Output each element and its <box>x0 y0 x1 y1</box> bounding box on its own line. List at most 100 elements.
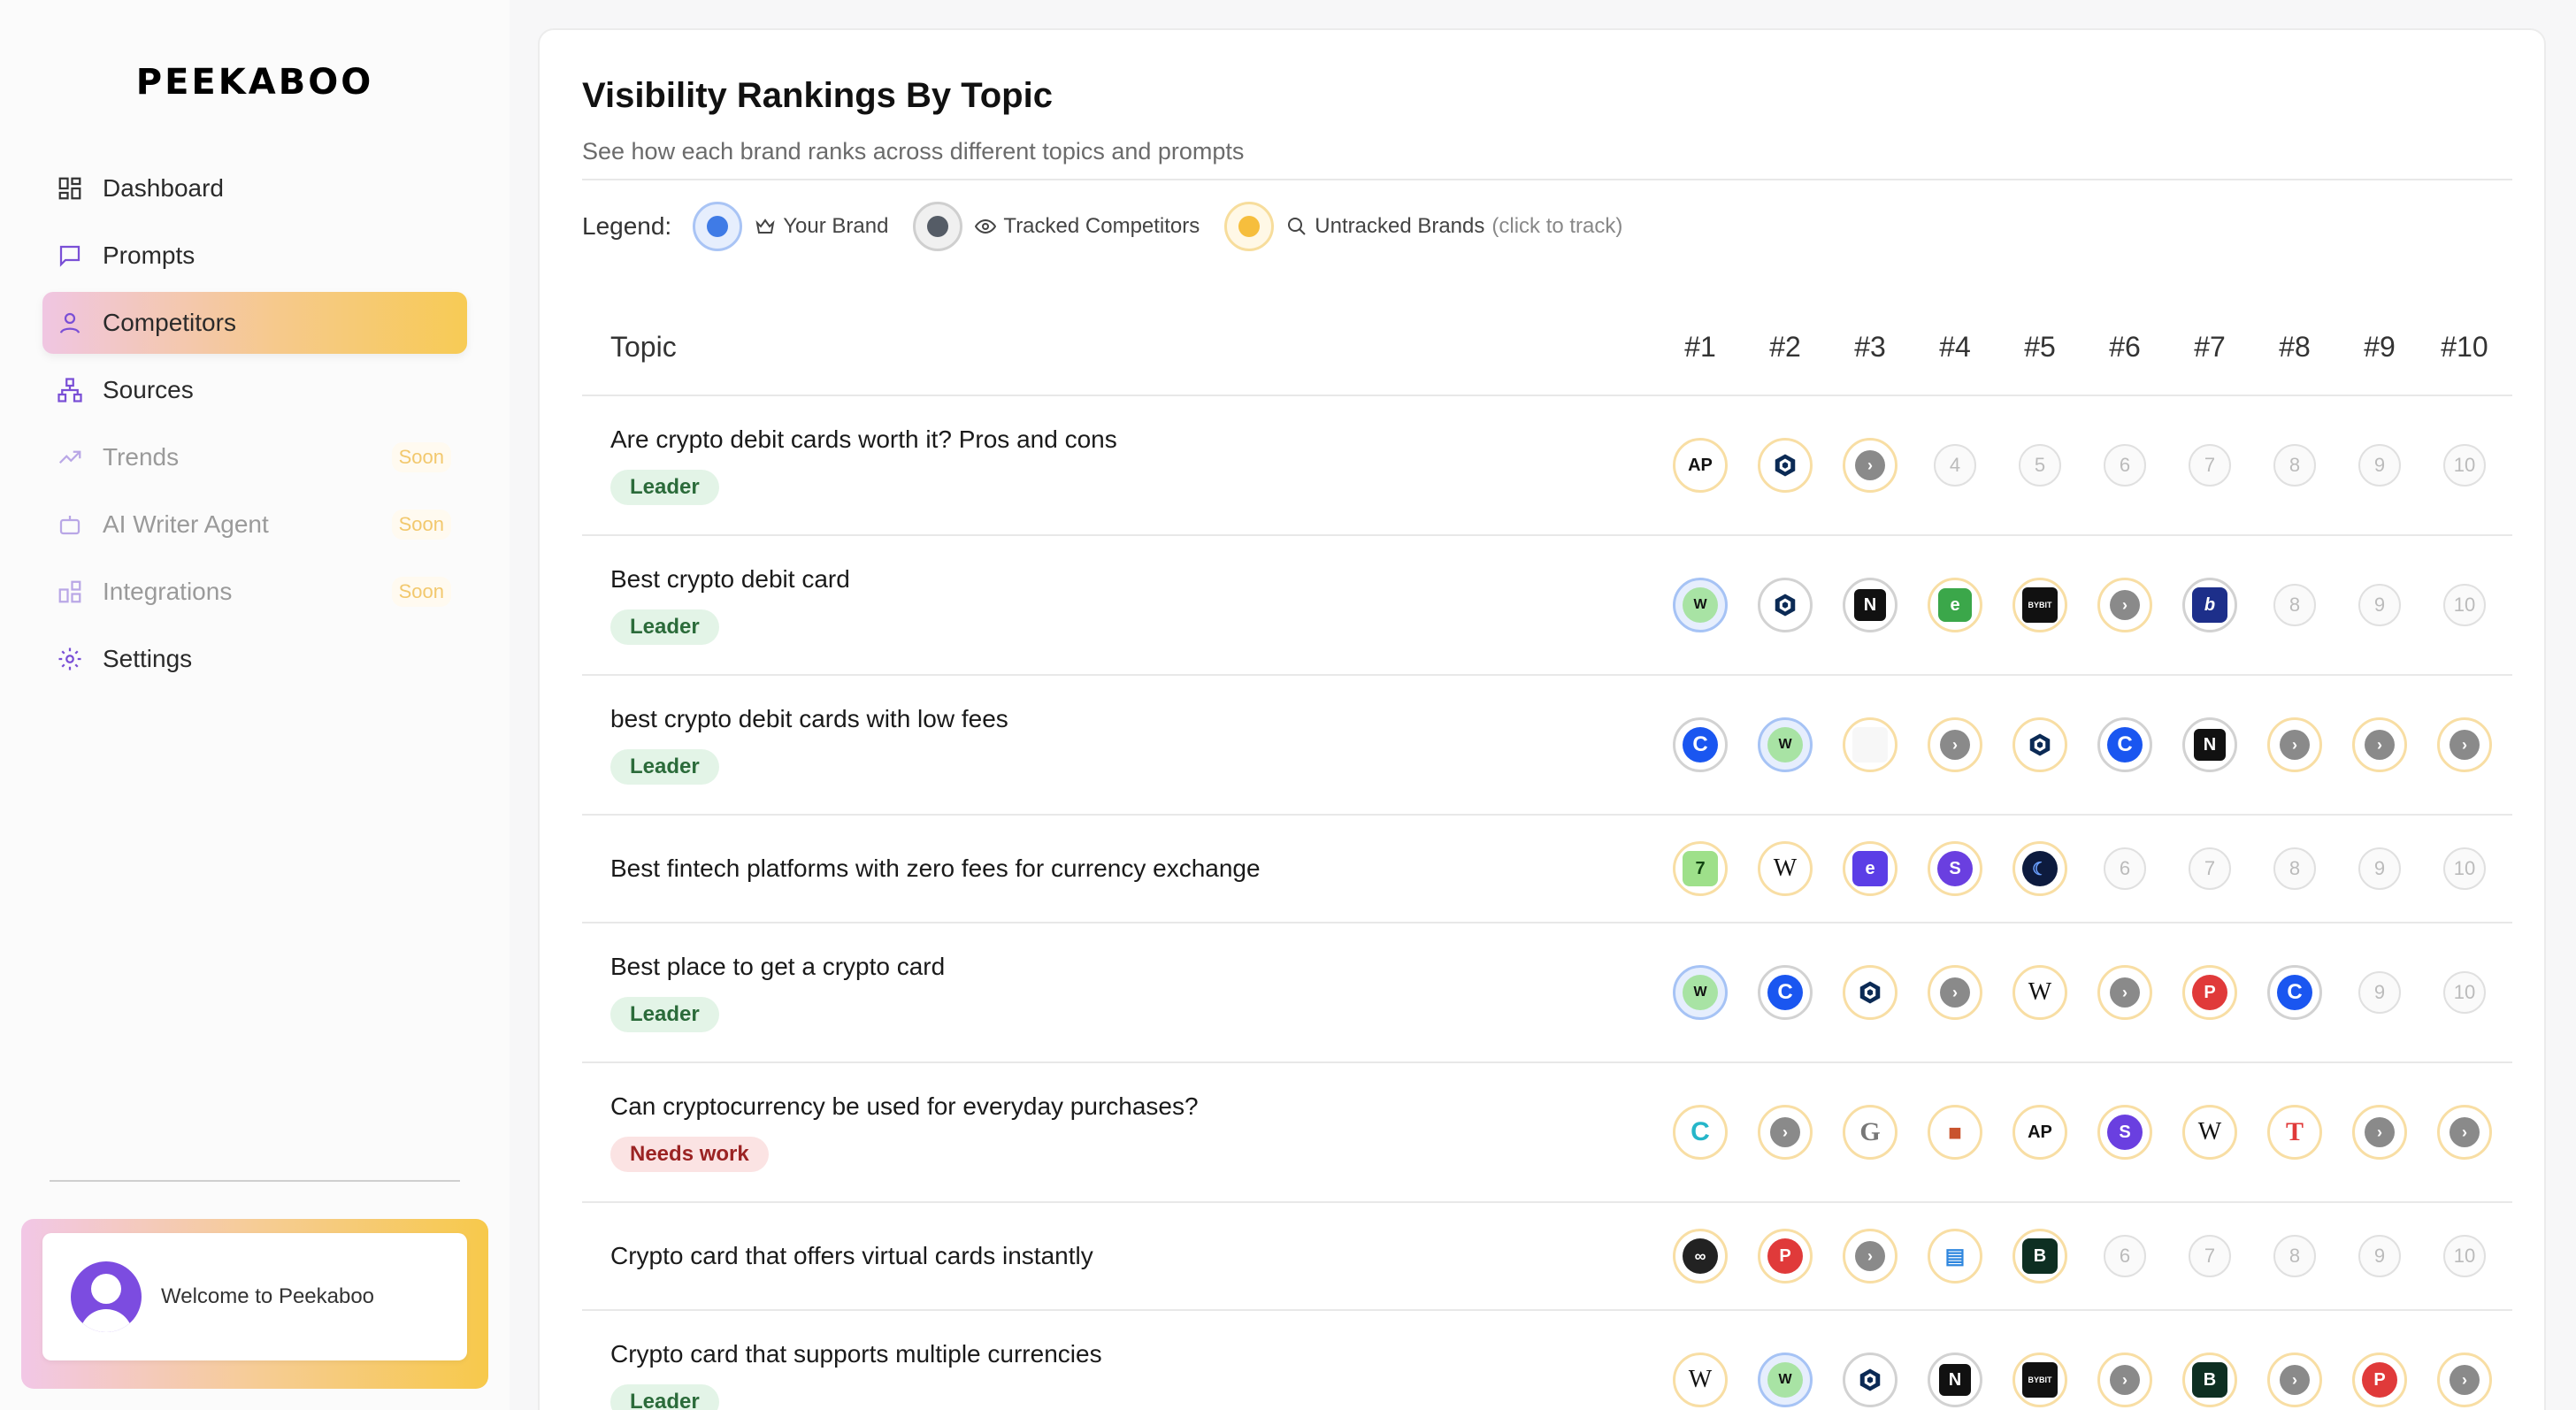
empty-rank-slot: 8 <box>2273 847 2316 890</box>
main-panel: Visibility Rankings By Topic See how eac… <box>538 28 2546 1410</box>
b-green-logo-icon[interactable]: B <box>2012 1229 2067 1284</box>
rank-cell: 8 <box>2252 444 2337 487</box>
bag-logo-icon[interactable]: ■ <box>1928 1105 1982 1160</box>
rank-cell <box>1997 717 2082 772</box>
sidebar-item-label: Dashboard <box>103 174 224 202</box>
arrow-right-icon[interactable]: › <box>2352 1105 2407 1160</box>
rank-cell: 10 <box>2422 847 2507 890</box>
violet-s-logo-icon[interactable]: S <box>2097 1105 2152 1160</box>
rank-cell: 10 <box>2422 971 2507 1014</box>
arrow-right-icon[interactable]: › <box>1928 717 1982 772</box>
rank-cell: ■ <box>1913 1105 1997 1160</box>
soon-badge: Soon <box>391 442 451 472</box>
arrow-right-icon[interactable]: › <box>1758 1105 1813 1160</box>
arrow-right-icon[interactable]: › <box>2267 1353 2322 1407</box>
topic-cell: Crypto card that supports multiple curre… <box>582 1340 1658 1410</box>
arrow-right-icon[interactable]: › <box>2097 1353 2152 1407</box>
sidebar-item-ai-writer-agent[interactable]: AI Writer Agent Soon <box>42 494 467 556</box>
arrow-right-icon[interactable]: › <box>1843 438 1898 493</box>
sidebar-item-trends[interactable]: Trends Soon <box>42 426 467 488</box>
sidebar-item-sources[interactable]: Sources <box>42 359 467 421</box>
status-badge: Leader <box>610 997 719 1032</box>
empty-rank-slot: 10 <box>2443 444 2486 487</box>
crypto-com-logo-icon[interactable] <box>1843 965 1898 1020</box>
violet-s-logo-icon[interactable]: S <box>1928 841 1982 896</box>
crypto-com-logo-icon <box>1843 1353 1898 1407</box>
rank-cell <box>1828 965 1913 1020</box>
arrow-right-icon[interactable]: › <box>1843 1229 1898 1284</box>
sidebar-item-competitors[interactable]: Competitors <box>42 292 467 354</box>
infinity-logo-icon[interactable]: ∞ <box>1673 1229 1728 1284</box>
rank-cell: C <box>1658 717 1743 772</box>
arrow-right-icon[interactable]: › <box>2267 717 2322 772</box>
rank-header: #7 <box>2194 330 2226 363</box>
table-row[interactable]: Crypto card that supports multiple curre… <box>582 1311 2512 1410</box>
arrow-right-icon[interactable]: › <box>1928 965 1982 1020</box>
sidebar-item-integrations[interactable]: Integrations Soon <box>42 561 467 623</box>
rank-cell: N <box>1828 578 1913 632</box>
sidebar-item-dashboard[interactable]: Dashboard <box>42 157 467 219</box>
purple-logo-icon[interactable]: e <box>1843 841 1898 896</box>
arrow-right-icon[interactable]: › <box>2352 717 2407 772</box>
bybit-logo-icon[interactable]: BYBIT <box>2012 578 2067 632</box>
topic-cell: Can cryptocurrency be used for everyday … <box>582 1092 1658 1172</box>
t-logo-icon[interactable]: T <box>2267 1105 2322 1160</box>
green-7-logo-icon[interactable]: 7 <box>1673 841 1728 896</box>
status-badge: Leader <box>610 1384 719 1410</box>
chat-icon <box>57 242 83 269</box>
crypto-com-logo-icon[interactable] <box>1758 438 1813 493</box>
p-logo-icon[interactable]: P <box>2352 1353 2407 1407</box>
wikipedia-logo-icon[interactable]: W <box>1673 1353 1728 1407</box>
p-logo-icon[interactable]: P <box>1758 1229 1813 1284</box>
rank-cell: › <box>2082 965 2167 1020</box>
rank-cell: B <box>1997 1229 2082 1284</box>
table-row[interactable]: Best fintech platforms with zero fees fo… <box>582 816 2512 923</box>
table-row[interactable]: best crypto debit cards with low fees Lea… <box>582 676 2512 816</box>
rank-cell: › <box>2422 717 2507 772</box>
rank-cell: › <box>2422 1105 2507 1160</box>
arrow-right-icon[interactable]: › <box>2437 1353 2492 1407</box>
welcome-card[interactable]: Welcome to Peekaboo <box>42 1233 467 1360</box>
arrow-right-icon[interactable]: › <box>2097 965 2152 1020</box>
table-row[interactable]: Crypto card that offers virtual cards in… <box>582 1203 2512 1311</box>
card-logo-icon[interactable]: ▤ <box>1928 1229 1982 1284</box>
rank-cell: W <box>1997 965 2082 1020</box>
empty-rank-slot: 9 <box>2358 444 2401 487</box>
p-logo-icon[interactable]: P <box>2182 965 2237 1020</box>
coinbase-logo-icon: C <box>1758 965 1813 1020</box>
rank-cell: C <box>1658 1105 1743 1160</box>
b-green-logo-icon[interactable]: B <box>2182 1353 2237 1407</box>
blank-logo-icon[interactable] <box>1843 717 1898 772</box>
arrow-right-icon[interactable]: › <box>2437 1105 2492 1160</box>
ap-logo-icon[interactable]: AP <box>2012 1105 2067 1160</box>
moon-logo-icon[interactable]: ☾ <box>2012 841 2067 896</box>
sidebar-item-settings[interactable]: Settings <box>42 628 467 690</box>
table-row[interactable]: Are crypto debit cards worth it? Pros an… <box>582 396 2512 536</box>
wikipedia-logo-icon[interactable]: W <box>2012 965 2067 1020</box>
table-row[interactable]: Can cryptocurrency be used for everyday … <box>582 1063 2512 1203</box>
rank-cell: › <box>2252 1353 2337 1407</box>
crypto-com-logo-icon[interactable] <box>2012 717 2067 772</box>
table-row[interactable]: Best crypto debit card Leader W Ne BYBIT › b 8 9… <box>582 536 2512 676</box>
crown-icon <box>755 218 775 234</box>
w-logo-icon: W <box>1758 1353 1813 1407</box>
g-logo-icon[interactable]: G <box>1843 1105 1898 1160</box>
status-badge: Leader <box>610 749 719 785</box>
empty-rank-slot: 7 <box>2189 1235 2231 1277</box>
wikipedia-logo-icon[interactable]: W <box>1758 841 1813 896</box>
bybit-logo-icon[interactable]: BYBIT <box>2012 1353 2067 1407</box>
wikipedia-logo-icon[interactable]: W <box>2182 1105 2237 1160</box>
rank-cell: e <box>1913 578 1997 632</box>
arrow-right-icon[interactable]: › <box>2097 578 2152 632</box>
topic-cell: Crypto card that offers virtual cards in… <box>582 1242 1658 1270</box>
table-row[interactable]: Best place to get a crypto card Leader W C ›… <box>582 923 2512 1063</box>
ap-logo-icon[interactable]: AP <box>1673 438 1728 493</box>
rank-cell: 9 <box>2337 444 2422 487</box>
e-logo-icon[interactable]: e <box>1928 578 1982 632</box>
sidebar-item-prompts[interactable]: Prompts <box>42 225 467 287</box>
arrow-right-icon[interactable]: › <box>2437 717 2492 772</box>
rank-cell: 6 <box>2082 444 2167 487</box>
teal-c-logo-icon[interactable]: C <box>1673 1105 1728 1160</box>
topic-name: Best fintech platforms with zero fees fo… <box>610 854 1261 882</box>
rank-header: #2 <box>1769 330 1801 363</box>
